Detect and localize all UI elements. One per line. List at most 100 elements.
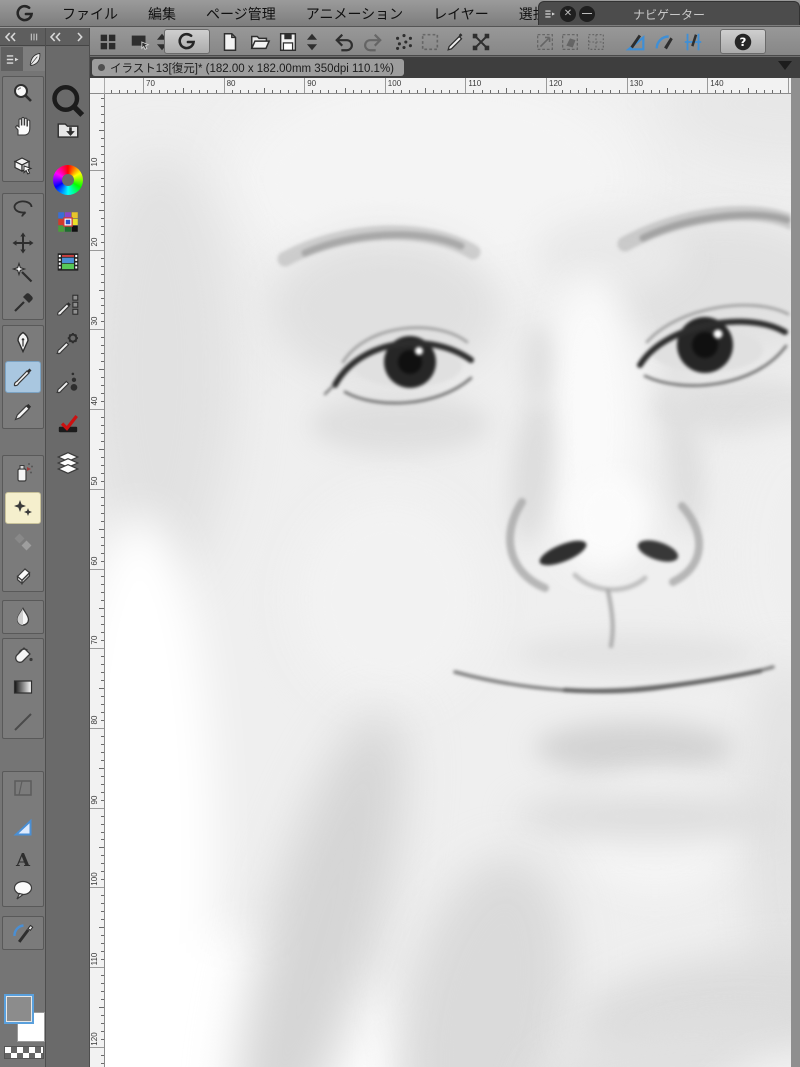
- palette-dock: [46, 28, 90, 1067]
- frame-tool[interactable]: [5, 772, 41, 804]
- blend-tool[interactable]: [5, 601, 41, 633]
- crop-marks-icon[interactable]: [468, 29, 494, 54]
- pattern-tool[interactable]: [5, 526, 41, 558]
- menu-item-2[interactable]: ページ管理: [206, 4, 276, 24]
- tool-tab-quill[interactable]: [23, 47, 45, 71]
- figure-tool[interactable]: [5, 706, 41, 738]
- snap-grid-icon[interactable]: [680, 29, 706, 54]
- deselect-icon: [417, 29, 443, 54]
- canvas-viewport[interactable]: [105, 94, 791, 1067]
- auto-action-panel[interactable]: [50, 406, 86, 440]
- collapse-left-icon[interactable]: [2, 31, 20, 43]
- timeline-panel[interactable]: [50, 245, 86, 279]
- navigator-panel-header[interactable]: ✕ — ナビゲーター: [538, 1, 800, 25]
- menu-item-3[interactable]: アニメーション: [306, 4, 403, 24]
- ruler-label: 40: [90, 396, 99, 406]
- ruler-label: 70: [146, 79, 155, 88]
- ruler-label: 120: [549, 79, 563, 88]
- horizontal-ruler: 708090100110120130140150: [90, 78, 800, 94]
- menu-bar: ファイル編集ページ管理アニメーションレイヤー選択範囲表示 ✕ — ナビゲーター: [0, 0, 800, 27]
- save-icon[interactable]: [275, 29, 301, 54]
- ruler-label: 90: [90, 795, 99, 805]
- snap-special-ruler-icon[interactable]: [652, 29, 678, 54]
- ruler-tick: [304, 78, 306, 93]
- four-squares-icon[interactable]: [95, 29, 121, 54]
- eyedropper-tool[interactable]: [5, 287, 41, 319]
- transparent-color-swatch[interactable]: [4, 1046, 44, 1059]
- tool-tab-menu[interactable]: [1, 47, 23, 71]
- snap-ruler-icon[interactable]: [623, 29, 649, 54]
- expand-right-icon[interactable]: [72, 31, 88, 43]
- ruler-corner: [90, 78, 105, 94]
- ruler-tick: [90, 648, 104, 650]
- ruler-tick: [90, 329, 104, 331]
- pen-tool[interactable]: [5, 326, 41, 358]
- ruler-label: 90: [307, 79, 317, 88]
- decoration-tool[interactable]: [5, 492, 41, 524]
- tool-palette: [0, 28, 46, 1067]
- menu-item-4[interactable]: レイヤー: [433, 4, 489, 24]
- selection-tool[interactable]: [5, 194, 41, 226]
- clip-studio-swirl-icon[interactable]: [174, 29, 200, 54]
- text-tool[interactable]: [5, 844, 41, 876]
- tab-list-dropdown-icon[interactable]: [778, 61, 792, 77]
- line-correction-tool[interactable]: [5, 917, 41, 949]
- collapse-left-icon[interactable]: [47, 31, 65, 43]
- brush-size-panel[interactable]: [50, 365, 86, 399]
- unsaved-indicator-dot: [98, 64, 105, 71]
- free-transform-icon: [557, 29, 583, 54]
- navigator-title: ナビゲーター: [632, 8, 705, 22]
- import-panel[interactable]: [50, 113, 86, 147]
- ruler-label: 100: [90, 872, 99, 886]
- help-icon[interactable]: [730, 29, 756, 54]
- tool-palette-header[interactable]: [0, 28, 45, 46]
- zoom-tool[interactable]: [5, 77, 41, 109]
- tool-property-panel[interactable]: [50, 326, 86, 360]
- ruler-label: 50: [90, 476, 99, 486]
- drag-grip-icon[interactable]: [25, 31, 43, 43]
- scatter-dots-icon[interactable]: [391, 29, 417, 54]
- document-tab[interactable]: イラスト13[復元]* (182.00 x 182.00mm 350dpi 11…: [92, 59, 405, 76]
- eraser-tool[interactable]: [5, 559, 41, 591]
- brush-tool[interactable]: [5, 361, 41, 393]
- stepper-arrows-icon[interactable]: [299, 29, 325, 54]
- ruler-label: 110: [468, 79, 482, 88]
- hand-tool[interactable]: [5, 110, 41, 142]
- quill-tab-icon: [26, 51, 43, 68]
- balloon-tool[interactable]: [5, 874, 41, 906]
- marker-tool[interactable]: [5, 396, 41, 428]
- sub-tool-panel[interactable]: [50, 288, 86, 322]
- clip-studio-logo-icon: [14, 3, 36, 25]
- auto-select-tool[interactable]: [5, 257, 41, 289]
- menu-item-1[interactable]: 編集: [148, 4, 176, 24]
- quick-access-panel[interactable]: [50, 83, 86, 117]
- airbrush-tool[interactable]: [5, 456, 41, 488]
- operation-tool[interactable]: [5, 149, 41, 181]
- ruler-label: 10: [90, 157, 99, 167]
- ruler-label: 20: [90, 237, 99, 247]
- layer-panel[interactable]: [50, 446, 86, 480]
- palette-dock-header[interactable]: [46, 28, 89, 46]
- color-set-panel[interactable]: [50, 205, 86, 239]
- move-tool[interactable]: [5, 227, 41, 259]
- fill-tool[interactable]: [5, 639, 41, 671]
- ruler-tick: [90, 967, 104, 968]
- clear-selection-icon[interactable]: [443, 29, 469, 54]
- ruler-tick: [143, 78, 144, 93]
- canvas-edge: [791, 78, 800, 1067]
- open-file-icon[interactable]: [247, 29, 273, 54]
- redo-icon: [359, 29, 385, 54]
- ruler-tick: [384, 78, 386, 93]
- ruler-label: 80: [226, 79, 236, 88]
- undo-icon[interactable]: [332, 29, 358, 54]
- ruler-label: 80: [90, 715, 99, 725]
- color-wheel-panel[interactable]: [50, 163, 86, 197]
- gradient-tool[interactable]: [5, 671, 41, 703]
- foreground-color-swatch[interactable]: [4, 994, 34, 1024]
- ruler-tool[interactable]: [5, 811, 41, 843]
- ruler-label: 130: [629, 79, 643, 88]
- document-tab-title: イラスト13[復元]* (182.00 x 182.00mm 350dpi 11…: [110, 62, 395, 75]
- new-document-icon[interactable]: [217, 29, 243, 54]
- menu-item-0[interactable]: ファイル: [62, 4, 118, 24]
- palette-menu-icon: [4, 51, 21, 68]
